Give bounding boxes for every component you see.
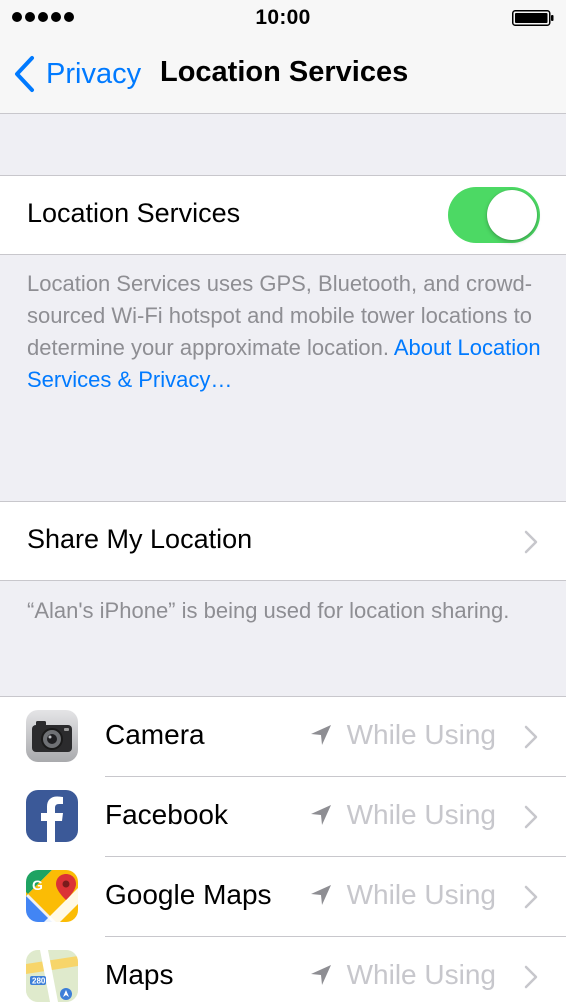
share-location-description: “Alan's iPhone” is being used for locati… [27, 598, 510, 623]
toggle-knob [487, 190, 537, 240]
app-location-status: While Using [309, 879, 496, 911]
status-time: 10:00 [255, 6, 311, 29]
app-status-label: While Using [346, 879, 496, 910]
app-name: Facebook [105, 799, 228, 830]
app-location-status: While Using [309, 719, 496, 751]
location-services-cell: Location Services [0, 175, 566, 255]
app-row-facebook[interactable]: Facebook While Using [0, 777, 566, 857]
chevron-left-icon [15, 56, 34, 92]
page-title: Location Services [160, 56, 409, 88]
location-services-description: Location Services uses GPS, Bluetooth, a… [27, 268, 542, 396]
svg-text:G: G [32, 877, 43, 893]
location-services-toggle[interactable] [448, 187, 540, 243]
maps-icon: 280 [26, 950, 78, 1002]
share-my-location-cell[interactable]: Share My Location [0, 501, 566, 581]
chevron-right-icon [524, 530, 538, 554]
navigation-bar: Privacy Location Services [0, 36, 566, 114]
location-arrow-icon [310, 805, 331, 825]
app-location-status: While Using [309, 959, 496, 991]
google-maps-icon: G [26, 870, 78, 922]
location-arrow-icon [310, 725, 331, 745]
app-list: Camera While Using Facebook While Using … [0, 696, 566, 1004]
battery-icon [512, 10, 554, 26]
location-services-screen: 10:00 Privacy Location Services Location… [0, 0, 566, 1004]
chevron-right-icon [524, 965, 538, 989]
chevron-right-icon [524, 725, 538, 749]
back-button-label: Privacy [46, 57, 142, 90]
back-button[interactable]: Privacy [12, 52, 141, 96]
app-name: Maps [105, 959, 174, 990]
app-location-status: While Using [309, 799, 496, 831]
location-arrow-icon [310, 965, 331, 985]
location-arrow-icon [310, 885, 331, 905]
app-status-label: While Using [346, 719, 496, 750]
app-status-label: While Using [346, 959, 496, 990]
location-services-label: Location Services [27, 198, 241, 228]
app-row-maps[interactable]: 280 Maps While Using [0, 937, 566, 1004]
app-status-label: While Using [346, 799, 496, 830]
status-bar: 10:00 [0, 0, 566, 36]
camera-icon [26, 710, 78, 762]
app-name: Google Maps [105, 879, 272, 910]
app-row-camera[interactable]: Camera While Using [0, 697, 566, 777]
facebook-icon [26, 790, 78, 842]
app-name: Camera [105, 719, 205, 750]
app-row-google-maps[interactable]: G Google Maps While Using [0, 857, 566, 937]
svg-text:280: 280 [32, 977, 46, 986]
share-my-location-label: Share My Location [27, 524, 253, 554]
chevron-right-icon [524, 805, 538, 829]
chevron-right-icon [524, 885, 538, 909]
